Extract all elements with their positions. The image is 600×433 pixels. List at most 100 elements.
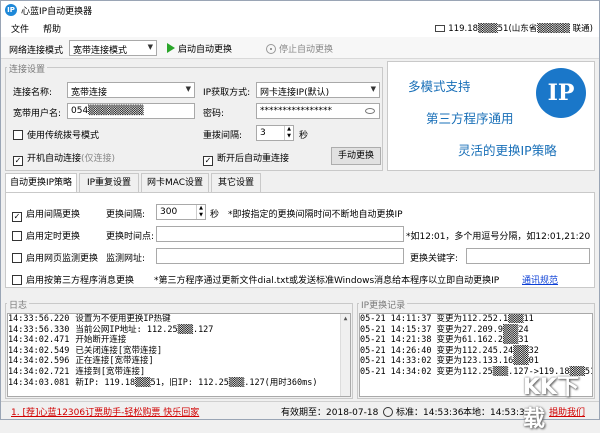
ip-record-time: 14:21:38	[390, 335, 432, 346]
log-time: 14:34:03.081	[8, 377, 70, 388]
eye-icon[interactable]	[365, 108, 375, 114]
log-text: 设置为不使用更换IP热键	[75, 314, 171, 324]
log-time: 14:34:02.721	[8, 366, 70, 377]
window-title: 心蓝IP自动更换器	[21, 7, 93, 17]
timed-field-label: 更换时间点:	[106, 232, 155, 242]
web-keyword-input[interactable]	[466, 248, 590, 264]
interval-stepper[interactable]: 300 ▲ ▼	[156, 204, 206, 220]
tab-mac[interactable]: 网卡MAC设置	[141, 173, 209, 193]
retry-interval-stepper[interactable]: 3 ▲ ▼	[256, 125, 294, 141]
manual-change-button[interactable]: 手动更换	[331, 147, 381, 165]
banner-line-3: 灵活的更换IP策略	[458, 143, 557, 158]
local-time: 本地：14:53:36	[463, 405, 530, 418]
log-time: 14:33:56.330	[8, 324, 70, 335]
log-row: 14:33:56.330 当前公网IP地址: 112.25▒▒▒.127	[8, 325, 350, 336]
current-location: (山东省▒▒▒▒▒ 联通)	[508, 24, 593, 34]
tab-other[interactable]: 其它设置	[211, 173, 261, 193]
interval-label: 启用间隔更换	[26, 210, 81, 220]
ip-record-row: 05-21 14:11:37 变更为112.252.1▒▒▒11	[360, 314, 592, 325]
log-row: 14:34:02.721 连接到[宽带连接]	[8, 367, 350, 378]
ip-record-date: 05-21	[360, 345, 386, 356]
retry-interval-label: 重拨间隔:	[203, 131, 243, 141]
banner-line-1: 多模式支持	[408, 79, 471, 94]
strategy-panel: ✓ 启用间隔更换 更换间隔: 300 ▲ ▼ 秒 *即按指定的更换间隔时间不断地自动…	[5, 192, 595, 288]
standard-time-value: 14:53:36	[423, 408, 464, 418]
valid-until-value: 2018-07-18	[326, 408, 379, 418]
web-url-label: 监测网址:	[106, 254, 146, 264]
third-party-checkbox[interactable]: 启用按第三方程序消息更换	[12, 273, 134, 286]
log-text: 已关闭连接[宽带连接]	[75, 345, 163, 356]
toolbar: 网络连接模式 宽带连接模式 ▼ 启动自动更换 停止自动更换	[1, 37, 599, 59]
scroll-up-icon[interactable]: ▲	[341, 314, 350, 324]
log-row: 14:34:03.081 新IP: 119.18▒▒▒51，旧IP: 112.25…	[8, 378, 350, 389]
checkbox-checked: ✓	[12, 212, 22, 222]
web-monitor-checkbox[interactable]: 启用网页监测更换	[12, 251, 98, 264]
app-window: IP 心蓝IP自动更换器 文件 帮助 119.18▒▒▒51(山东省▒▒▒▒▒ …	[0, 0, 600, 432]
tab-ip-repeat[interactable]: IP重复设置	[79, 173, 139, 193]
protocol-link[interactable]: 通讯规范	[522, 273, 558, 286]
password-input[interactable]: ****************	[256, 103, 380, 119]
standard-time-label: 标准：	[396, 408, 424, 418]
stop-auto-button[interactable]: 停止自动更换	[266, 42, 333, 55]
ip-record-time: 14:26:40	[390, 345, 432, 356]
ip-record-row: 05-21 14:21:38 变更为61.162.2▒▒▒31	[360, 335, 592, 346]
checkbox-box	[13, 130, 23, 140]
checkbox-box	[12, 231, 22, 241]
valid-until: 有效期至：2018-07-18	[281, 405, 378, 418]
ip-record-text: 变更为112.245.24▒▒▒32	[436, 345, 539, 356]
ip-logo-icon: IP	[536, 68, 586, 118]
reconnect-checkbox[interactable]: ✓ 断开后自动重连接	[203, 151, 289, 166]
log-scrollbar[interactable]: ▲	[340, 314, 350, 396]
ip-record-text: 变更为27.209.9▒▒▒24	[436, 324, 529, 335]
web-url-input[interactable]	[156, 248, 404, 264]
mode-select[interactable]: 宽带连接模式 ▼	[69, 40, 157, 56]
menu-help[interactable]: 帮助	[43, 22, 61, 35]
interval-checkbox[interactable]: ✓ 启用间隔更换	[12, 207, 80, 222]
start-auto-button[interactable]: 启动自动更换	[167, 42, 232, 55]
interval-value: 300	[160, 207, 178, 217]
log-text: 新IP: 119.18▒▒▒51，旧IP: 112.25▒▒▒.127(用时36…	[75, 377, 318, 388]
stepper-arrows-icon[interactable]: ▲ ▼	[284, 126, 293, 140]
standard-time: 标准：14:53:36	[383, 405, 463, 418]
mode-label: 网络连接模式	[9, 46, 64, 56]
checkbox-box	[12, 253, 22, 263]
chevron-down-icon: ▼	[370, 85, 376, 93]
ip-record-date: 05-21	[360, 366, 386, 377]
ip-record-date: 05-21	[360, 324, 386, 335]
play-icon	[167, 43, 175, 53]
dialup-checkbox[interactable]: 使用传统拨号模式	[13, 128, 99, 141]
autoconnect-checkbox[interactable]: ✓ 开机自动连接(仅连接)	[13, 151, 115, 166]
ip-method-select[interactable]: 网卡连接IP(默认) ▼	[256, 82, 380, 98]
connection-settings-title: 连接设置	[7, 62, 48, 75]
timed-input[interactable]	[156, 226, 404, 242]
chevron-down-icon: ▼	[185, 85, 191, 93]
ip-record-text: 变更为123.133.16▒▒▒01	[436, 356, 539, 367]
log-row: 14:33:56.220 设置为不使用更换IP热键	[8, 314, 350, 325]
stop-auto-label: 停止自动更换	[279, 45, 334, 55]
connection-name-select[interactable]: 宽带连接 ▼	[67, 82, 195, 98]
log-list[interactable]: 14:33:56.220 设置为不使用更换IP热键 14:33:56.330 当前公网…	[7, 313, 351, 397]
ad-link[interactable]: 1. [荐]心蓝12306订票助手-轻松购票 快乐回家	[11, 405, 199, 418]
log-row: 14:34:02.549 已关闭连接[宽带连接]	[8, 346, 350, 357]
ip-record-row: 05-21 14:26:40 变更为112.245.24▒▒▒32	[360, 346, 592, 357]
timed-label: 启用定时更换	[26, 232, 81, 242]
ip-record-date: 05-21	[360, 356, 386, 367]
start-auto-label: 启动自动更换	[178, 45, 233, 55]
tab-auto-strategy[interactable]: 自动更换IP策略	[5, 173, 77, 193]
connection-name-value: 宽带连接	[71, 88, 108, 98]
retry-unit: 秒	[299, 131, 309, 141]
username-input[interactable]: 054▒▒▒▒▒▒▒▒	[67, 103, 195, 119]
ip-record-time: 14:11:37	[390, 314, 432, 324]
autoconnect-hint: (仅连接)	[81, 154, 116, 164]
stepper-arrows-icon[interactable]: ▲ ▼	[196, 205, 205, 219]
ip-record-time: 14:15:37	[390, 324, 432, 335]
ip-record-date: 05-21	[360, 335, 386, 346]
banner-line-2: 第三方程序通用	[426, 111, 514, 126]
ip-record-time: 14:34:02	[390, 366, 432, 377]
timed-checkbox[interactable]: 启用定时更换	[12, 229, 80, 242]
log-time: 14:33:56.220	[8, 314, 70, 324]
ip-record-title: IP更换记录	[359, 298, 408, 311]
retry-interval-value: 3	[260, 128, 266, 138]
menu-file[interactable]: 文件	[11, 22, 29, 35]
reconnect-label: 断开后自动重连接	[217, 154, 290, 164]
